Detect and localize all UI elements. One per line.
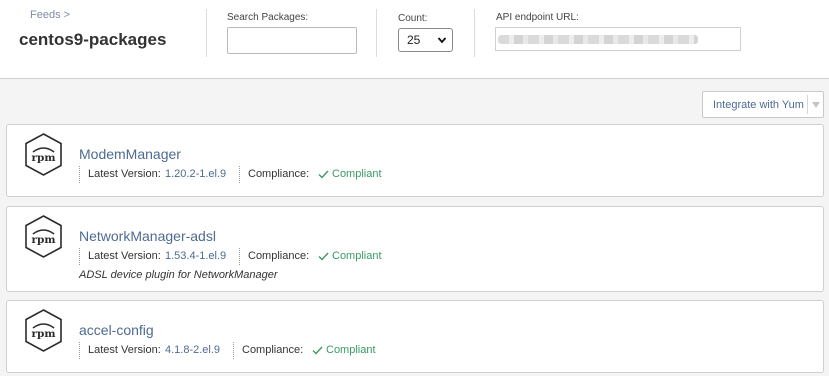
meta-divider (233, 342, 234, 359)
compliance-status: Compliant (332, 250, 382, 262)
package-card[interactable]: rpm NetworkManager-adsl Latest Version: … (6, 206, 824, 292)
search-label: Search Packages: (227, 12, 309, 23)
package-description: ADSL device plugin for NetworkManager (79, 269, 278, 281)
compliance-label: Compliance: (248, 168, 310, 180)
meta-divider (239, 248, 240, 265)
caret-down-icon[interactable] (811, 101, 821, 109)
rpm-icon: rpm (25, 133, 62, 176)
count-value: 25 (407, 33, 421, 47)
integrate-with-yum-button[interactable]: Integrate with Yum (702, 91, 824, 118)
package-name-link[interactable]: NetworkManager-adsl (79, 228, 216, 244)
package-card[interactable]: rpm ModemManager Latest Version: 1.20.2-… (6, 124, 824, 197)
package-name-link[interactable]: ModemManager (79, 146, 181, 162)
check-icon (318, 170, 329, 179)
latest-version-label: Latest Version: (88, 168, 161, 180)
rpm-icon: rpm (25, 215, 62, 258)
latest-version-link[interactable]: 4.1.8-2.el.9 (165, 344, 220, 356)
meta-divider (239, 166, 240, 183)
api-endpoint-redacted (498, 35, 698, 44)
compliance-status: Compliant (326, 344, 376, 356)
check-icon (312, 346, 323, 355)
integrate-button-label: Integrate with Yum (713, 99, 804, 111)
svg-text:rpm: rpm (32, 328, 56, 340)
latest-version-link[interactable]: 1.53.4-1.el.9 (165, 250, 226, 262)
latest-version-link[interactable]: 1.20.2-1.el.9 (165, 168, 226, 180)
chevron-down-icon (437, 37, 447, 44)
api-endpoint-label: API endpoint URL: (496, 12, 579, 23)
latest-version-label: Latest Version: (88, 250, 161, 262)
rpm-icon: rpm (25, 309, 62, 352)
button-divider (807, 95, 808, 114)
feed-header: Feeds > centos9-packages Search Packages… (0, 0, 829, 79)
count-select[interactable]: 25 (398, 28, 453, 52)
meta-divider (79, 166, 80, 183)
check-icon (318, 252, 329, 261)
package-name-link[interactable]: accel-config (79, 322, 154, 338)
compliance-label: Compliance: (248, 250, 310, 262)
package-card[interactable]: rpm accel-config Latest Version: 4.1.8-2… (6, 300, 824, 373)
svg-text:rpm: rpm (32, 234, 56, 246)
count-label: Count: (398, 13, 428, 24)
meta-divider (79, 248, 80, 265)
divider (474, 9, 475, 57)
divider (376, 9, 377, 57)
meta-divider (79, 342, 80, 359)
svg-text:rpm: rpm (32, 152, 56, 164)
divider (206, 9, 207, 57)
compliance-status: Compliant (332, 168, 382, 180)
page-title: centos9-packages (19, 30, 167, 49)
latest-version-label: Latest Version: (88, 344, 161, 356)
compliance-label: Compliance: (242, 344, 304, 356)
breadcrumb-feeds[interactable]: Feeds > (30, 9, 70, 21)
search-input[interactable] (227, 27, 357, 54)
